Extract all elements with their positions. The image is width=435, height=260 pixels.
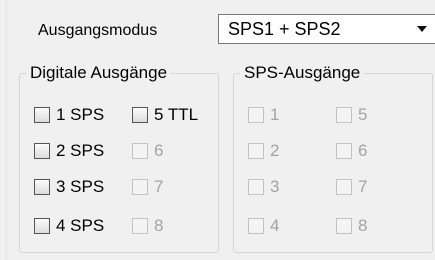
checkbox-label: 8	[358, 216, 368, 235]
digital-output-checkbox-7: 7	[132, 176, 163, 198]
checkbox-square	[336, 107, 352, 123]
digital-output-checkbox-2-sps[interactable]: 2 SPS	[34, 140, 104, 162]
checkbox-label: 6	[154, 141, 164, 160]
checkbox-square	[248, 143, 264, 159]
checkbox-square	[336, 143, 352, 159]
checkbox-label: 6	[358, 141, 368, 160]
checkbox-label: 5	[358, 105, 368, 124]
checkbox-label: 7	[358, 177, 368, 196]
checkbox-label: 2	[270, 141, 280, 160]
checkbox-square[interactable]	[34, 179, 50, 195]
checkbox-label: 7	[154, 177, 164, 196]
checkbox-label: 4 SPS	[56, 216, 105, 235]
sps-output-checkbox-1: 1	[248, 104, 279, 126]
sps-output-checkbox-5: 5	[336, 104, 367, 126]
output-mode-dropdown[interactable]: SPS1 + SPS2	[218, 14, 435, 44]
checkbox-square	[248, 107, 264, 123]
checkbox-label: 3 SPS	[56, 177, 105, 196]
checkbox-square[interactable]	[34, 143, 50, 159]
checkbox-label: 3	[270, 177, 280, 196]
digital-output-checkbox-4-sps[interactable]: 4 SPS	[34, 215, 104, 237]
sps-output-checkbox-4: 4	[248, 215, 279, 237]
sps-outputs-title: SPS-Ausgänge	[240, 62, 365, 84]
checkbox-label: 4	[270, 216, 280, 235]
checkbox-square[interactable]	[132, 107, 148, 123]
checkbox-square	[248, 179, 264, 195]
checkbox-label: 1 SPS	[56, 105, 105, 124]
digital-output-checkbox-3-sps[interactable]: 3 SPS	[34, 176, 104, 198]
digital-output-checkbox-1-sps[interactable]: 1 SPS	[34, 104, 104, 126]
checkbox-square	[132, 218, 148, 234]
sps-output-checkbox-8: 8	[336, 215, 367, 237]
checkbox-label: 1	[270, 105, 280, 124]
sps-output-checkbox-7: 7	[336, 176, 367, 198]
digital-output-checkbox-6: 6	[132, 140, 163, 162]
digital-outputs-title: Digitale Ausgänge	[26, 62, 172, 84]
checkbox-square	[336, 218, 352, 234]
output-mode-selected-value: SPS1 + SPS2	[228, 19, 341, 39]
sps-output-checkbox-3: 3	[248, 176, 279, 198]
output-mode-label: Ausgangsmodus	[38, 22, 158, 39]
checkbox-square[interactable]	[34, 107, 50, 123]
sps-outputs-group: SPS-Ausgänge 1 5 2 6 3 7 4 8	[233, 62, 433, 253]
checkbox-label: 8	[154, 216, 164, 235]
checkbox-square	[132, 143, 148, 159]
checkbox-square	[248, 218, 264, 234]
checkbox-label: 5 TTL	[154, 105, 199, 124]
dropdown-arrow-icon[interactable]	[417, 26, 427, 32]
checkbox-label: 2 SPS	[56, 141, 105, 160]
digital-output-checkbox-5-ttl[interactable]: 5 TTL	[132, 104, 198, 126]
checkbox-square	[336, 179, 352, 195]
panel-left-edge	[6, 0, 7, 260]
checkbox-square	[132, 179, 148, 195]
digital-outputs-group: Digitale Ausgänge 1 SPS 5 TTL 2 SPS 6 3 …	[19, 62, 219, 253]
checkbox-square[interactable]	[34, 218, 50, 234]
digital-output-checkbox-8: 8	[132, 215, 163, 237]
sps-output-checkbox-2: 2	[248, 140, 279, 162]
sps-output-checkbox-6: 6	[336, 140, 367, 162]
